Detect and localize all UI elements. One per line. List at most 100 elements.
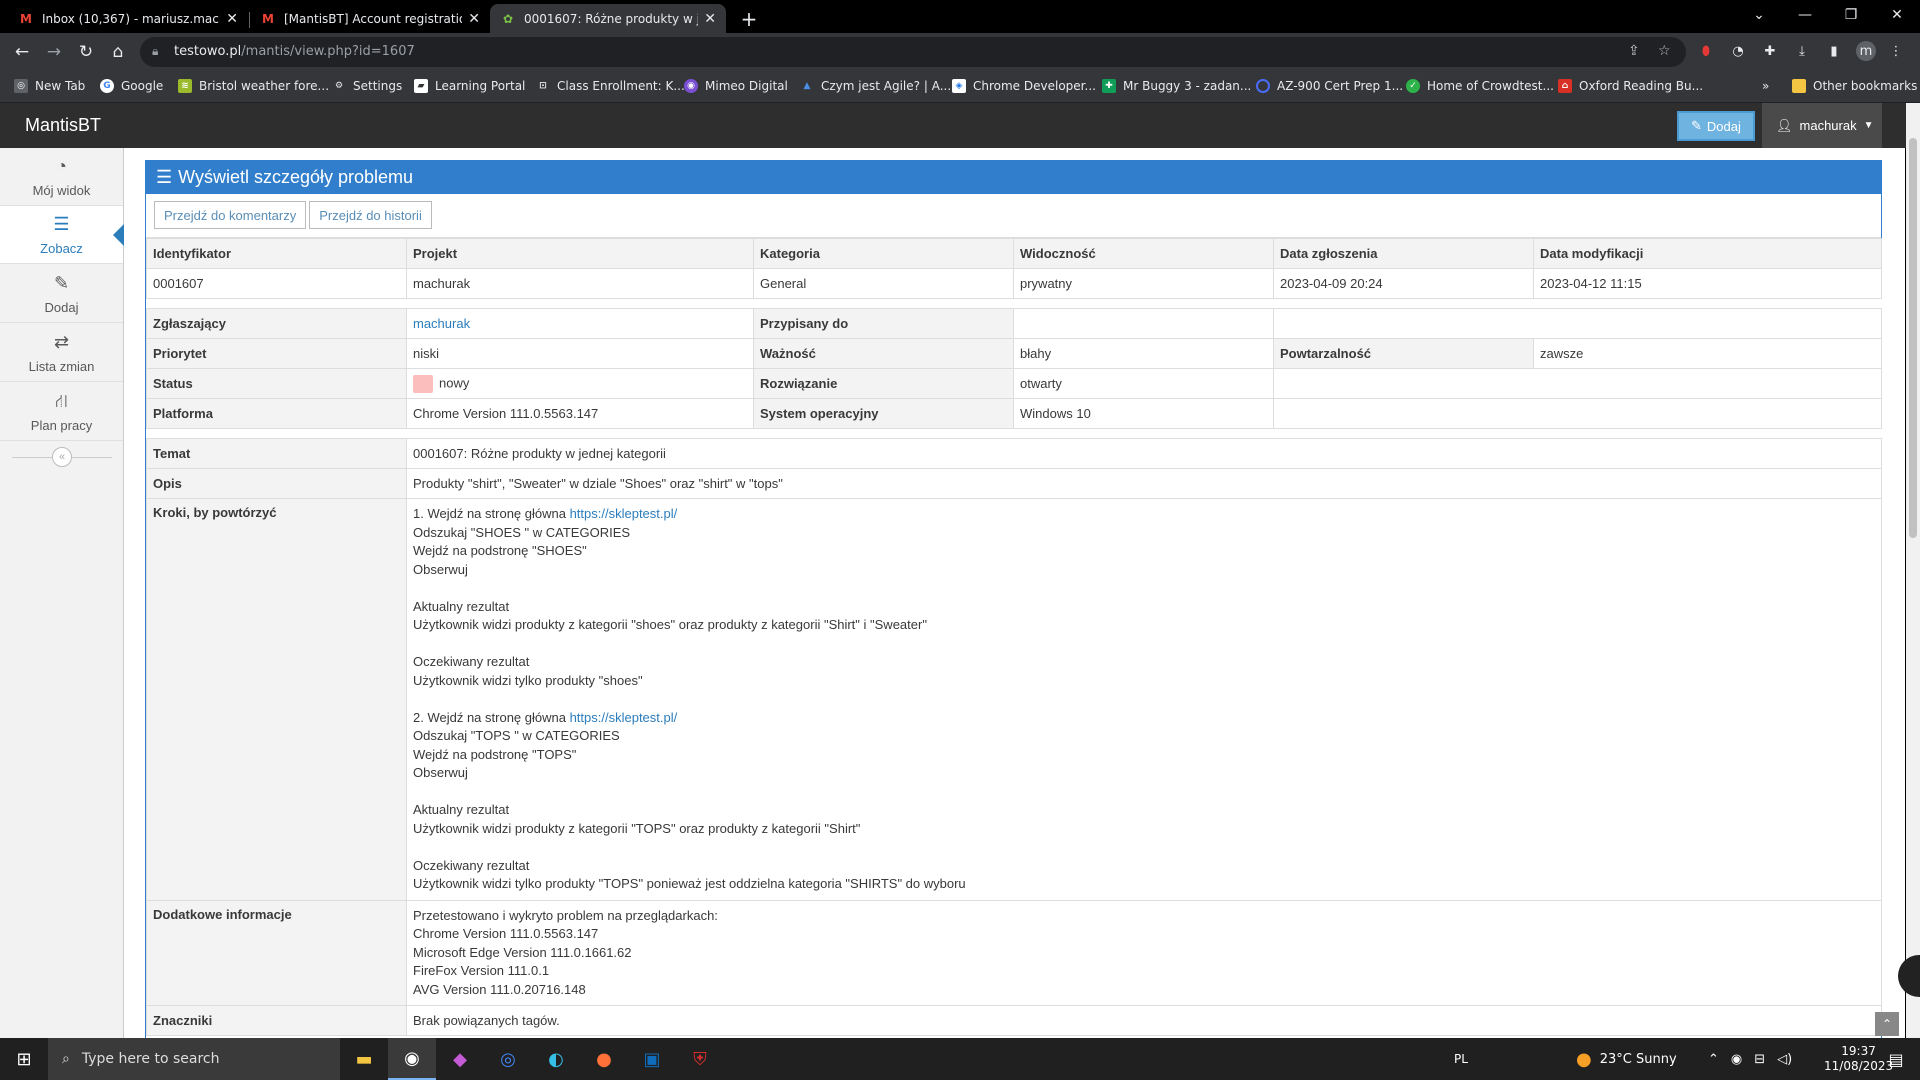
mcafee-icon[interactable]: ⛨ — [676, 1038, 724, 1080]
enrollment-icon: ⊡ — [539, 81, 547, 91]
extension-red-icon[interactable]: ⬮ — [1696, 41, 1716, 61]
minimize-button[interactable]: — — [1782, 0, 1828, 30]
bookmark-new-tab[interactable]: ◎ New Tab — [14, 79, 85, 93]
issue-details-table: Identyfikator Projekt Kategoria Widoczno… — [146, 238, 1882, 1036]
profile-avatar[interactable]: m — [1856, 41, 1876, 61]
description-label: Opis — [146, 468, 407, 499]
row-spacer — [146, 428, 1882, 439]
add-issue-label: Dodaj — [1706, 118, 1741, 134]
tab-title: [MantisBT] Account registration — [284, 11, 463, 26]
sidebar-item-my-view[interactable]: ◔ Mój widok — [0, 148, 123, 206]
browser-tab-mantis-registration[interactable]: M [MantisBT] Account registration ✕ — [250, 4, 490, 33]
sheets-icon: ✚ — [1102, 79, 1116, 93]
add-issue-button[interactable]: ✎ Dodaj — [1677, 111, 1755, 141]
network-icon[interactable]: ⊟ — [1754, 1052, 1765, 1067]
bookmark-az900[interactable]: AZ-900 Cert Prep 1... — [1256, 79, 1403, 93]
weather-widget[interactable]: ● 23°C Sunny — [1576, 1038, 1677, 1080]
firefox-icon[interactable]: ● — [580, 1038, 628, 1080]
widget-toolbar: Przejdź do komentarzy Przejdź do histori… — [146, 194, 1881, 238]
app-drop-icon[interactable]: ◆ — [436, 1038, 484, 1080]
reload-icon[interactable]: ↻ — [72, 39, 100, 65]
page-title: Wyświetl szczegóły problemu — [178, 167, 414, 187]
volume-icon[interactable]: ◁) — [1777, 1052, 1792, 1067]
restore-button[interactable]: ❐ — [1828, 0, 1874, 30]
close-icon[interactable]: ✕ — [704, 11, 716, 27]
jump-to-history-button[interactable]: Przejdź do historii — [309, 201, 432, 229]
tab-search-icon[interactable]: ⌄ — [1736, 0, 1782, 30]
chevron-up-icon[interactable]: ⌃ — [1708, 1052, 1719, 1067]
sidebar-item-changelog[interactable]: ⇄ Lista zmian — [0, 324, 123, 382]
priority-label: Priorytet — [146, 338, 407, 369]
sidebar-item-roadmap[interactable]: ⛙ Plan pracy — [0, 383, 123, 441]
edge-icon[interactable]: ◐ — [532, 1038, 580, 1080]
new-tab-button[interactable]: + — [736, 6, 762, 32]
back-to-top-icon[interactable]: ⌃ — [1875, 1012, 1899, 1036]
bookmark-class-enrollment[interactable]: ⊡ Class Enrollment: K... — [536, 79, 685, 93]
other-bookmarks[interactable]: Other bookmarks — [1792, 79, 1917, 93]
record-icon[interactable]: ◉ — [1731, 1052, 1742, 1067]
url-text[interactable]: testowo.pl/mantis/view.php?id=1607 — [174, 44, 415, 59]
extension-icon[interactable]: ◔ — [1728, 41, 1748, 61]
close-window-button[interactable]: ✕ — [1874, 0, 1920, 30]
reporter-link[interactable]: machurak — [413, 316, 470, 331]
home-icon[interactable]: ⌂ — [104, 39, 132, 65]
windows-start-icon[interactable]: ⊞ — [0, 1038, 48, 1080]
jump-to-notes-button[interactable]: Przejdź do komentarzy — [154, 201, 307, 229]
forward-icon[interactable]: → — [40, 39, 68, 65]
bookmark-google[interactable]: G Google — [100, 79, 163, 93]
download-icon[interactable]: ⤓ — [1792, 41, 1812, 61]
bookmark-mr-buggy[interactable]: ✚ Mr Buggy 3 - zadan... — [1102, 79, 1251, 93]
browser-tab-issue-1607[interactable]: ✿ 0001607: Różne produkty w jedn ✕ — [490, 4, 726, 33]
puzzle-icon[interactable]: ✚ — [1760, 41, 1780, 61]
bookmark-oxford-reading[interactable]: ⌂ Oxford Reading Bu... — [1558, 79, 1703, 93]
sidebar-item-view-issues[interactable]: ☰ Zobacz — [0, 206, 124, 264]
chrome-alt-icon[interactable]: ◎ — [484, 1038, 532, 1080]
address-bar[interactable]: 🔒︎ testowo.pl/mantis/view.php?id=1607 ⇪ … — [140, 37, 1686, 67]
portal-icon: ▰ — [414, 79, 428, 93]
scrollbar-thumb[interactable] — [1909, 138, 1917, 538]
bookmark-settings[interactable]: ⚙ Settings — [332, 79, 402, 93]
page-scrollbar[interactable] — [1906, 103, 1920, 1038]
bookmark-bristol-weather[interactable]: ≋ Bristol weather fore... — [178, 79, 329, 93]
bookmark-agile[interactable]: ▲ Czym jest Agile? | A... — [800, 79, 952, 93]
tab-title: 0001607: Różne produkty w jedn — [524, 11, 698, 26]
sidebar-item-label: Dodaj — [44, 300, 79, 315]
header-visibility: Widoczność — [1013, 238, 1274, 269]
steps-text: 2. Wejdź na stronę główna — [413, 709, 570, 725]
status-cell: nowy — [406, 368, 754, 399]
bars-icon: ☰ — [156, 167, 173, 187]
shop-link[interactable]: https://skleptest.pl/ — [570, 506, 678, 521]
chrome-taskbar-icon[interactable]: ◉ — [388, 1038, 436, 1080]
close-icon[interactable]: ✕ — [226, 11, 238, 27]
bookmark-learning-portal[interactable]: ▰ Learning Portal — [414, 79, 525, 93]
globe-icon: ◎ — [14, 79, 28, 93]
bookmark-crowdtest[interactable]: ✓ Home of Crowdtest... — [1406, 79, 1554, 93]
shop-link[interactable]: https://skleptest.pl/ — [570, 710, 678, 725]
share-icon[interactable]: ⇪ — [1628, 43, 1640, 59]
close-icon[interactable]: ✕ — [468, 11, 480, 27]
taskbar-search[interactable]: ⌕ Type here to search — [48, 1038, 340, 1080]
bookmarks-overflow-icon[interactable]: » — [1762, 79, 1769, 93]
menu-icon[interactable]: ⋮ — [1886, 41, 1906, 61]
collapse-icon[interactable]: « — [52, 447, 72, 467]
user-menu[interactable]: 👤︎ machurak ▼ — [1762, 103, 1882, 148]
mantis-icon: ✿ — [502, 11, 514, 26]
language-indicator[interactable]: PL — [1454, 1038, 1468, 1080]
file-explorer-icon[interactable]: ▬ — [340, 1038, 388, 1080]
app-brand[interactable]: MantisBT — [25, 115, 101, 136]
system-tray[interactable]: ⌃ ◉ ⊟ ◁) — [1708, 1038, 1792, 1080]
sidebar-item-report[interactable]: ✎ Dodaj — [0, 265, 123, 323]
bookmark-mimeo-digital[interactable]: ◉ Mimeo Digital — [684, 79, 788, 93]
sidebar-collapse[interactable]: « — [12, 447, 112, 467]
resolution-label: Rozwiązanie — [753, 368, 1014, 399]
side-panel-icon[interactable]: ▮ — [1824, 41, 1844, 61]
additional-info-value: Przetestowano i wykryto problem na przeg… — [406, 899, 1882, 1006]
bookmark-star-icon[interactable]: ☆ — [1658, 43, 1671, 59]
bookmark-chrome-developer[interactable]: ◈ Chrome Developer... — [952, 79, 1096, 93]
browser-tab-inbox[interactable]: M Inbox (10,367) - mariusz.machurak ✕ — [8, 4, 248, 33]
notification-icon[interactable]: ▤ — [1872, 1038, 1920, 1080]
outlook-icon[interactable]: ▣ — [628, 1038, 676, 1080]
steps-text: 1. Wejdź na stronę główna — [413, 506, 570, 521]
additional-info-label: Dodatkowe informacje — [146, 899, 407, 1006]
back-icon[interactable]: ← — [8, 39, 36, 65]
